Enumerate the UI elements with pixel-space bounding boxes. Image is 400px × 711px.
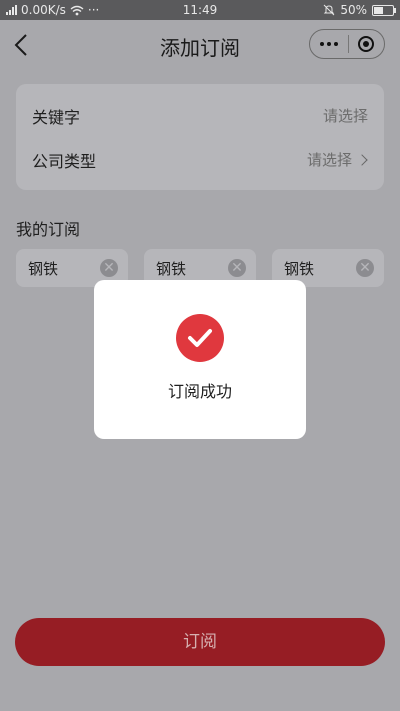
company-type-value: 请选择 [307, 149, 368, 170]
my-subscriptions-title: 我的订阅 [16, 220, 81, 239]
target-icon [358, 36, 375, 52]
keyword-row[interactable]: 关键字 请选择 [16, 92, 384, 136]
battery-icon [372, 4, 396, 16]
mute-bell-icon [323, 4, 335, 16]
keyword-placeholder: 请选择 [322, 107, 368, 125]
close-circle-icon[interactable]: ✕ [228, 259, 246, 277]
battery-percent: 50% [340, 3, 367, 17]
filter-card: 关键字 请选择 公司类型 请选择 [16, 84, 384, 190]
status-bar: 0.00K/s ··· 11:49 50% [0, 0, 400, 20]
nav-bar: 添加订阅 [0, 20, 400, 70]
more-button[interactable] [310, 30, 348, 58]
subscribe-button[interactable]: 订阅 [15, 618, 385, 666]
check-icon [188, 329, 212, 347]
tag-label: 钢铁 [156, 260, 187, 278]
chevron-right-icon [356, 153, 368, 166]
tag-label: 钢铁 [28, 260, 59, 278]
close-mini-program-button[interactable] [348, 30, 384, 58]
success-toast: 订阅成功 [94, 280, 306, 439]
company-type-placeholder: 请选择 [306, 151, 352, 169]
company-type-row[interactable]: 公司类型 请选择 [16, 136, 384, 180]
more-dots-icon [319, 42, 338, 46]
status-bar-right: 50% [323, 3, 396, 17]
keyword-value: 请选择 [323, 105, 368, 126]
keyword-label: 关键字 [32, 108, 81, 127]
close-circle-icon[interactable]: ✕ [356, 259, 374, 277]
toast-message: 订阅成功 [167, 382, 232, 401]
tag-label: 钢铁 [284, 260, 315, 278]
close-circle-icon[interactable]: ✕ [100, 259, 118, 277]
company-type-label: 公司类型 [32, 152, 97, 171]
battery-level [374, 6, 383, 14]
check-circle-icon [176, 314, 224, 362]
mini-program-capsule [309, 29, 385, 59]
